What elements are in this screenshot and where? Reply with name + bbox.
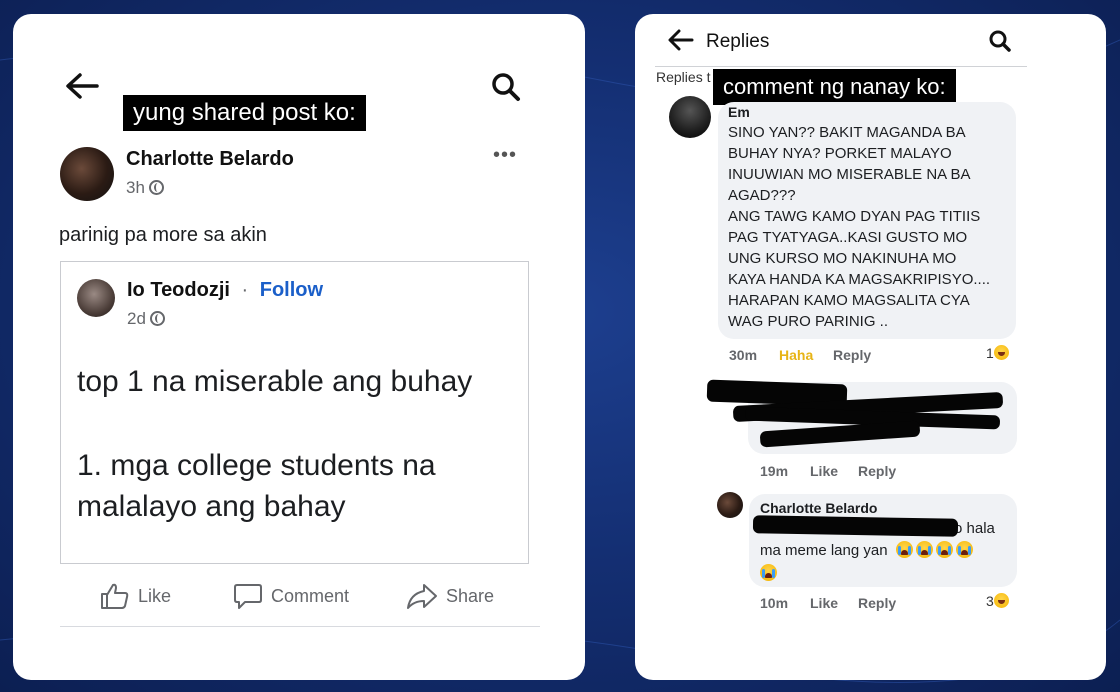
more-options-icon[interactable]: ••• <box>493 144 517 167</box>
comment-time: 10m <box>760 595 789 611</box>
comment-text-line: ma meme lang yan <box>760 541 976 559</box>
post-text: parinig pa more sa akin <box>59 224 267 246</box>
caption-overlay: comment ng nanay ko: <box>713 69 956 105</box>
search-icon[interactable] <box>491 72 521 102</box>
divider <box>60 626 540 627</box>
separator-dot: · <box>241 279 249 301</box>
haha-emoji-icon <box>993 593 1009 608</box>
like-label: Like <box>138 585 172 606</box>
comment-author[interactable]: Em <box>728 104 750 120</box>
shared-author-row: Io Teodozji · Follow <box>127 279 323 302</box>
back-arrow-icon[interactable] <box>668 29 694 51</box>
avatar[interactable] <box>717 492 743 518</box>
comment-time: 30m <box>729 347 758 363</box>
shared-post-box[interactable]: Io Teodozji · Follow 2d top 1 na miserab… <box>60 261 529 564</box>
shared-text-line-3: malalayo ang bahay <box>77 490 346 523</box>
globe-icon <box>148 180 164 195</box>
reaction-count-number: 1 <box>986 345 994 361</box>
comment-label: Comment <box>271 585 350 606</box>
comment-button[interactable]: Comment <box>233 576 349 616</box>
comment-author[interactable]: Charlotte Belardo <box>760 500 877 516</box>
share-label: Share <box>446 585 495 606</box>
reaction-count: 1 <box>986 345 1009 361</box>
avatar[interactable] <box>669 96 711 138</box>
post-time: 3h <box>126 178 145 197</box>
reply-button[interactable]: Reply <box>858 595 896 611</box>
header-divider <box>655 66 1027 67</box>
shared-text-line-2: 1. mga college students na <box>77 449 436 482</box>
comment-bubble: Charlotte Belardo o hala ma meme lang ya… <box>749 494 1017 587</box>
replies-card: Replies Replies t comment ng nanay ko: E… <box>635 14 1106 680</box>
shared-text-line-1: top 1 na miserable ang buhay <box>77 365 473 398</box>
share-icon <box>407 584 437 609</box>
like-button[interactable]: Like <box>810 595 838 611</box>
comment-text: ma meme lang yan <box>760 542 888 559</box>
avatar[interactable] <box>60 147 114 201</box>
shared-post-card: yung shared post ko: Charlotte Belardo 3… <box>13 14 585 680</box>
redaction-mark <box>752 515 959 537</box>
comment-time: 19m <box>760 463 789 479</box>
shared-time: 2d <box>127 309 146 328</box>
post-author-name[interactable]: Charlotte Belardo <box>126 148 294 171</box>
globe-icon <box>149 311 165 326</box>
haha-reaction-button[interactable]: Haha <box>779 347 813 363</box>
search-icon[interactable] <box>988 29 1012 53</box>
shared-author-name[interactable]: Io Teodozji <box>127 279 230 301</box>
like-button[interactable]: Like <box>100 576 171 616</box>
reaction-count: 3 <box>986 593 1009 609</box>
post-action-bar: Like Comment Share <box>60 576 540 626</box>
avatar[interactable] <box>77 279 115 317</box>
post-meta: 3h <box>126 178 164 198</box>
comment-bubble: Em SINO YAN?? BAKIT MAGANDA BA BUHAY NYA… <box>718 102 1016 339</box>
shared-meta: 2d <box>127 309 165 329</box>
comment-text: SINO YAN?? BAKIT MAGANDA BA BUHAY NYA? P… <box>728 124 991 330</box>
comment-icon <box>234 584 262 609</box>
comment-text: o hala <box>954 520 995 537</box>
header-title: Replies <box>706 31 770 52</box>
crying-emoji-icon <box>760 564 780 583</box>
caption-overlay: yung shared post ko: <box>123 95 366 131</box>
replies-to-label: Replies t <box>656 69 711 85</box>
reply-button[interactable]: Reply <box>858 463 896 479</box>
thumbs-up-icon <box>101 583 129 609</box>
follow-button[interactable]: Follow <box>260 279 323 301</box>
back-arrow-icon[interactable] <box>65 72 99 100</box>
reply-button[interactable]: Reply <box>833 347 871 363</box>
share-button[interactable]: Share <box>406 576 494 616</box>
crying-emoji-icon <box>895 541 976 559</box>
reaction-count-number: 3 <box>986 593 994 609</box>
haha-emoji-icon <box>993 345 1009 360</box>
like-button[interactable]: Like <box>810 463 838 479</box>
